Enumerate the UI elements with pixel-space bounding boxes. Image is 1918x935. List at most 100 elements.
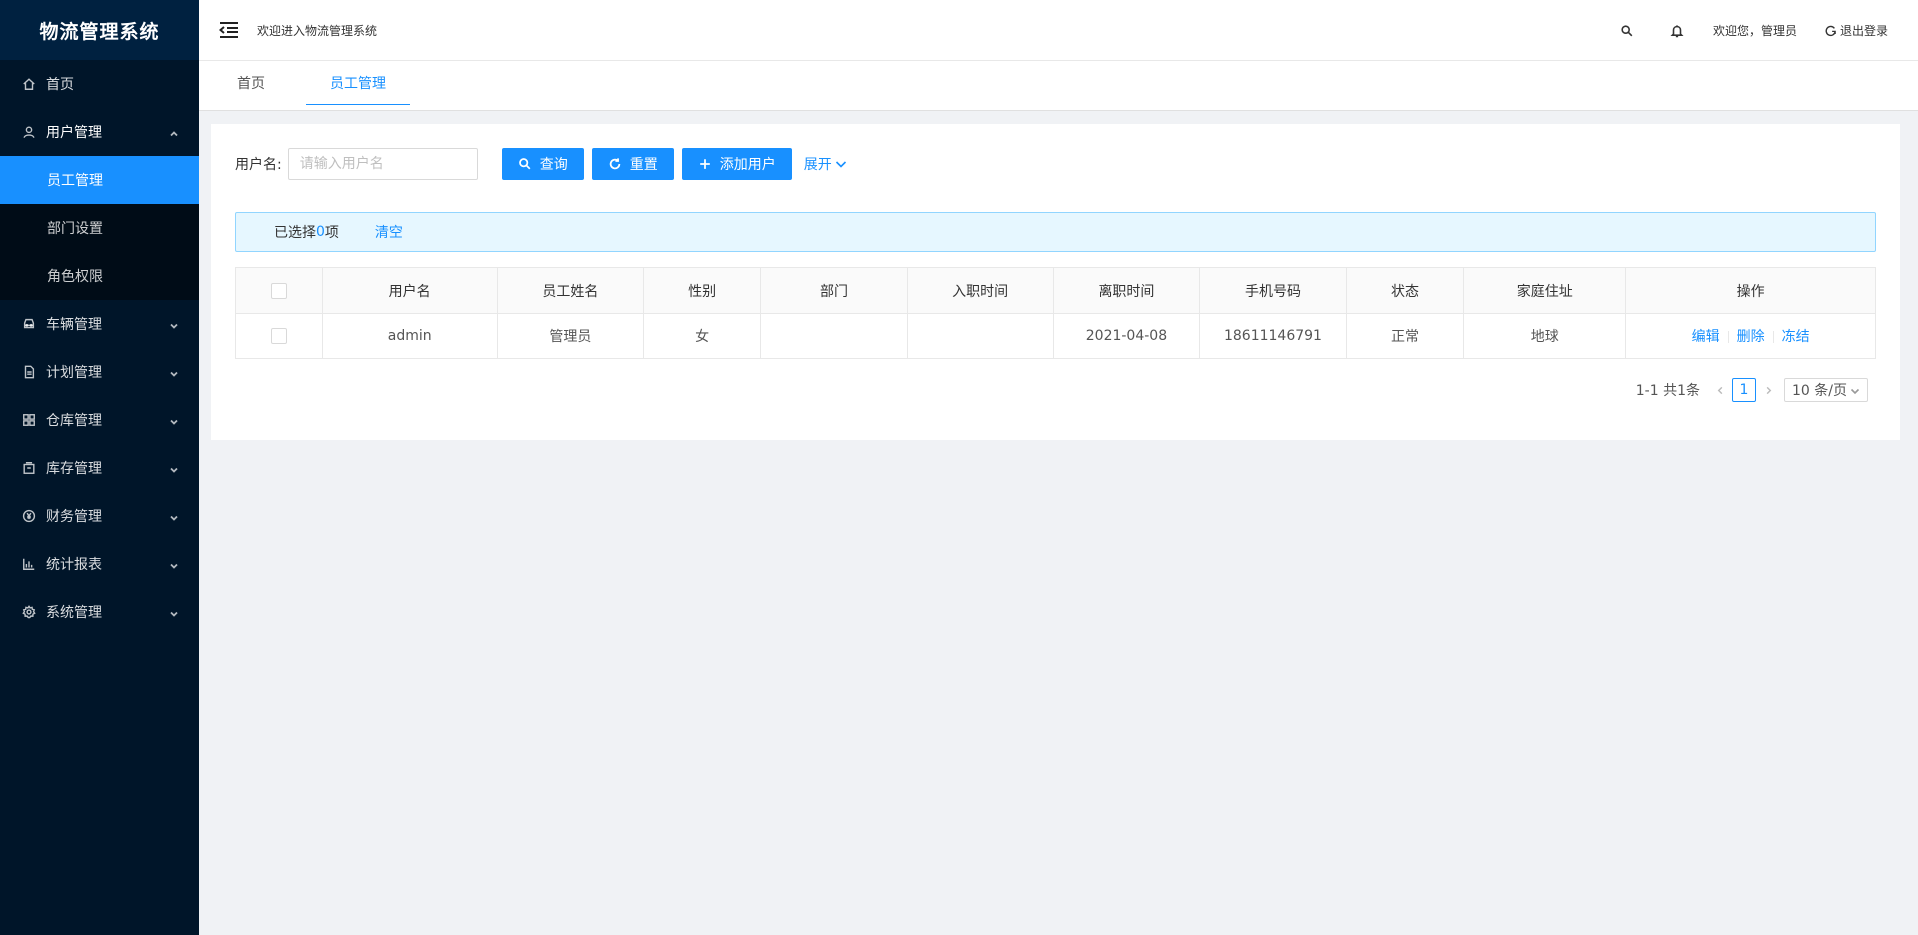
top-header: 欢迎进入物流管理系统 欢迎您，管理员 退出登录 xyxy=(199,0,1918,61)
selection-prefix: 已选择 xyxy=(274,225,316,241)
sidebar-item-user-management[interactable]: 用户管理 xyxy=(0,108,199,156)
username-label: 用户名: xyxy=(235,157,282,173)
selection-alert: 已选择 0项 清空 xyxy=(235,212,1876,252)
chevron-down-icon xyxy=(169,367,179,377)
sidebar-item-vehicle-management[interactable]: 车辆管理 xyxy=(0,300,199,348)
username-search-input[interactable] xyxy=(287,148,478,180)
column-header[interactable]: 部门 xyxy=(760,267,908,314)
cell-name: 管理员 xyxy=(496,313,644,359)
sidebar-item-label: 统计报表 xyxy=(46,557,102,573)
column-header[interactable]: 入职时间 xyxy=(906,267,1054,314)
column-header: 操作 xyxy=(1625,267,1876,314)
selection-suffix: 项 xyxy=(324,225,339,241)
chevron-up-icon xyxy=(169,127,179,137)
column-header[interactable]: 用户名 xyxy=(321,267,498,314)
divider xyxy=(1727,331,1729,343)
home-icon xyxy=(22,77,36,91)
chevron-down-icon xyxy=(169,511,179,521)
sidebar-item-system-management[interactable]: 系统管理 xyxy=(0,588,199,636)
page-number[interactable]: 1 xyxy=(1732,378,1756,402)
cell-gender: 女 xyxy=(642,313,762,359)
chevron-down-icon xyxy=(169,607,179,617)
inventory-icon xyxy=(22,461,36,475)
logout-icon xyxy=(1825,23,1838,39)
page-tabs: 首页 员工管理 xyxy=(199,61,1918,111)
chevron-down-icon xyxy=(169,463,179,473)
table-row: admin 管理员 女 2021-04-08 18611146791 正常 地球… xyxy=(235,313,1876,359)
column-header[interactable]: 性别 xyxy=(642,267,762,314)
tab-home[interactable]: 首页 xyxy=(221,61,281,105)
add-user-button[interactable]: 添加用户 xyxy=(681,148,792,180)
page-size-select[interactable]: 10 条/页 xyxy=(1784,378,1868,402)
chevron-down-icon xyxy=(169,319,179,329)
expand-toggle[interactable]: 展开 xyxy=(804,154,847,174)
expand-label: 展开 xyxy=(803,157,832,173)
search-form: 用户名: 查询 重置 添加用户 展开 xyxy=(235,148,847,180)
sidebar-item-warehouse-management[interactable]: 仓库管理 xyxy=(0,396,199,444)
column-header[interactable]: 家庭住址 xyxy=(1463,267,1627,314)
freeze-link[interactable]: 冻结 xyxy=(1782,329,1810,345)
query-button[interactable]: 查询 xyxy=(501,148,584,180)
sidebar-item-plan-management[interactable]: 计划管理 xyxy=(0,348,199,396)
row-checkbox[interactable] xyxy=(270,328,287,344)
header-actions: 欢迎您，管理员 退出登录 xyxy=(1619,0,1888,61)
sidebar-item-label: 财务管理 xyxy=(46,509,102,525)
user-icon xyxy=(22,125,36,139)
delete-link[interactable]: 删除 xyxy=(1737,329,1765,345)
cell-hire-date xyxy=(906,313,1054,359)
sidebar-item-finance-management[interactable]: 财务管理 xyxy=(0,492,199,540)
sidebar-menu: 首页 用户管理 员工管理 部门设置 角色权限 车辆管理 计划管理 仓库管理 库存… xyxy=(0,60,199,636)
cell-phone: 18611146791 xyxy=(1199,313,1347,359)
reload-icon xyxy=(609,158,620,170)
divider xyxy=(1772,331,1774,343)
file-icon xyxy=(22,365,36,379)
column-header[interactable]: 状态 xyxy=(1345,267,1465,314)
chevron-down-icon xyxy=(1850,388,1860,395)
bar-chart-icon xyxy=(22,557,36,571)
select-all-cell xyxy=(235,267,323,314)
cell-status: 正常 xyxy=(1345,313,1465,359)
add-user-button-label: 添加用户 xyxy=(719,157,776,173)
sidebar-item-department-settings[interactable]: 部门设置 xyxy=(0,204,199,252)
sidebar-item-label: 仓库管理 xyxy=(46,413,102,429)
page-size-value: 10 条/页 xyxy=(1792,383,1847,399)
prev-page-icon[interactable] xyxy=(1712,378,1728,402)
select-all-checkbox[interactable] xyxy=(270,282,287,299)
logout-label: 退出登录 xyxy=(1839,24,1888,38)
user-management-submenu: 员工管理 部门设置 角色权限 xyxy=(0,156,199,300)
appstore-icon xyxy=(22,413,36,427)
sidebar-item-role-permissions[interactable]: 角色权限 xyxy=(0,252,199,300)
column-header[interactable]: 手机号码 xyxy=(1199,267,1347,314)
cell-actions: 编辑 删除 冻结 xyxy=(1625,313,1876,359)
sidebar-item-home[interactable]: 首页 xyxy=(0,60,199,108)
clear-selection-link[interactable]: 清空 xyxy=(375,222,403,242)
sidebar-item-label: 库存管理 xyxy=(46,461,102,477)
chevron-down-icon xyxy=(835,161,846,168)
row-select-cell xyxy=(235,313,323,359)
user-greeting[interactable]: 欢迎您，管理员 xyxy=(1713,22,1797,39)
column-header[interactable]: 离职时间 xyxy=(1052,267,1201,314)
sidebar-item-label: 首页 xyxy=(46,77,74,93)
sidebar-item-statistics-report[interactable]: 统计报表 xyxy=(0,540,199,588)
employee-table: 用户名 员工姓名 性别 部门 入职时间 离职时间 手机号码 状态 家庭住址 操作… xyxy=(235,267,1876,359)
sidebar-item-employee-management[interactable]: 员工管理 xyxy=(0,156,199,204)
menu-fold-icon[interactable] xyxy=(219,20,239,40)
search-icon[interactable] xyxy=(1619,23,1635,39)
bell-icon[interactable] xyxy=(1669,23,1685,39)
plus-icon xyxy=(699,159,710,169)
table-header-row: 用户名 员工姓名 性别 部门 入职时间 离职时间 手机号码 状态 家庭住址 操作 xyxy=(235,267,1876,314)
tab-employee-management[interactable]: 员工管理 xyxy=(306,61,410,105)
car-icon xyxy=(22,317,36,331)
reset-button-label: 重置 xyxy=(629,157,658,173)
sidebar-item-inventory-management[interactable]: 库存管理 xyxy=(0,444,199,492)
reset-button[interactable]: 重置 xyxy=(591,148,674,180)
logout-button[interactable]: 退出登录 xyxy=(1825,22,1888,39)
content-card: 用户名: 查询 重置 添加用户 展开 已选择 0项 清空 用户名 xyxy=(211,124,1900,440)
cell-department xyxy=(760,313,908,359)
chevron-down-icon xyxy=(169,415,179,425)
next-page-icon[interactable] xyxy=(1760,378,1776,402)
edit-link[interactable]: 编辑 xyxy=(1692,329,1720,345)
column-header[interactable]: 员工姓名 xyxy=(496,267,644,314)
sidebar-item-label: 车辆管理 xyxy=(46,317,102,333)
money-icon xyxy=(22,509,36,523)
